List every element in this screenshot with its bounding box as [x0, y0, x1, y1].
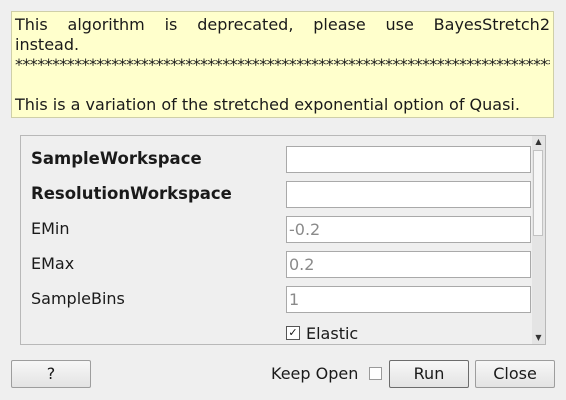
elastic-option[interactable]: ✓ Elastic [286, 322, 358, 344]
resolution-workspace-input[interactable] [286, 181, 531, 208]
property-row-sample-bins: SampleBins 1 [21, 284, 531, 314]
vertical-scrollbar[interactable]: ▲ ▼ [532, 136, 545, 344]
description-line: This algorithm is deprecated, please use… [15, 15, 550, 34]
scroll-down-arrow-icon[interactable]: ▼ [532, 332, 545, 344]
description-separator: ****************************************… [15, 55, 550, 74]
run-button[interactable]: Run [389, 360, 469, 388]
sample-bins-input[interactable]: 1 [286, 286, 531, 313]
property-row-resolution-workspace: ResolutionWorkspace [21, 179, 531, 209]
elastic-label: Elastic [306, 323, 359, 343]
property-row-emin: EMin -0.2 [21, 214, 531, 244]
property-label: EMin [31, 219, 70, 238]
elastic-checkbox[interactable]: ✓ [286, 326, 300, 340]
scrollbar-thumb[interactable] [533, 150, 543, 236]
property-label: EMax [31, 254, 75, 273]
emax-input[interactable]: 0.2 [286, 251, 531, 278]
description-line: instead. [15, 35, 80, 54]
sample-workspace-input[interactable] [286, 146, 531, 173]
keep-open-checkbox[interactable] [369, 367, 382, 380]
algorithm-description: This algorithm is deprecated, please use… [11, 11, 554, 118]
help-button[interactable]: ? [11, 360, 91, 388]
emin-input[interactable]: -0.2 [286, 216, 531, 243]
description-line: This is a variation of the stretched exp… [15, 95, 520, 114]
description-blank-line [15, 75, 550, 95]
property-row-emax: EMax 0.2 [21, 249, 531, 279]
property-row-sample-workspace: SampleWorkspace [21, 144, 531, 174]
property-label: SampleBins [31, 289, 125, 308]
property-label: SampleWorkspace [31, 149, 202, 168]
close-button[interactable]: Close [475, 360, 555, 388]
property-panel: SampleWorkspace ResolutionWorkspace EMin… [20, 135, 546, 345]
property-label: ResolutionWorkspace [31, 184, 232, 203]
scroll-up-arrow-icon[interactable]: ▲ [532, 136, 545, 148]
keep-open-label: Keep Open [271, 364, 359, 383]
